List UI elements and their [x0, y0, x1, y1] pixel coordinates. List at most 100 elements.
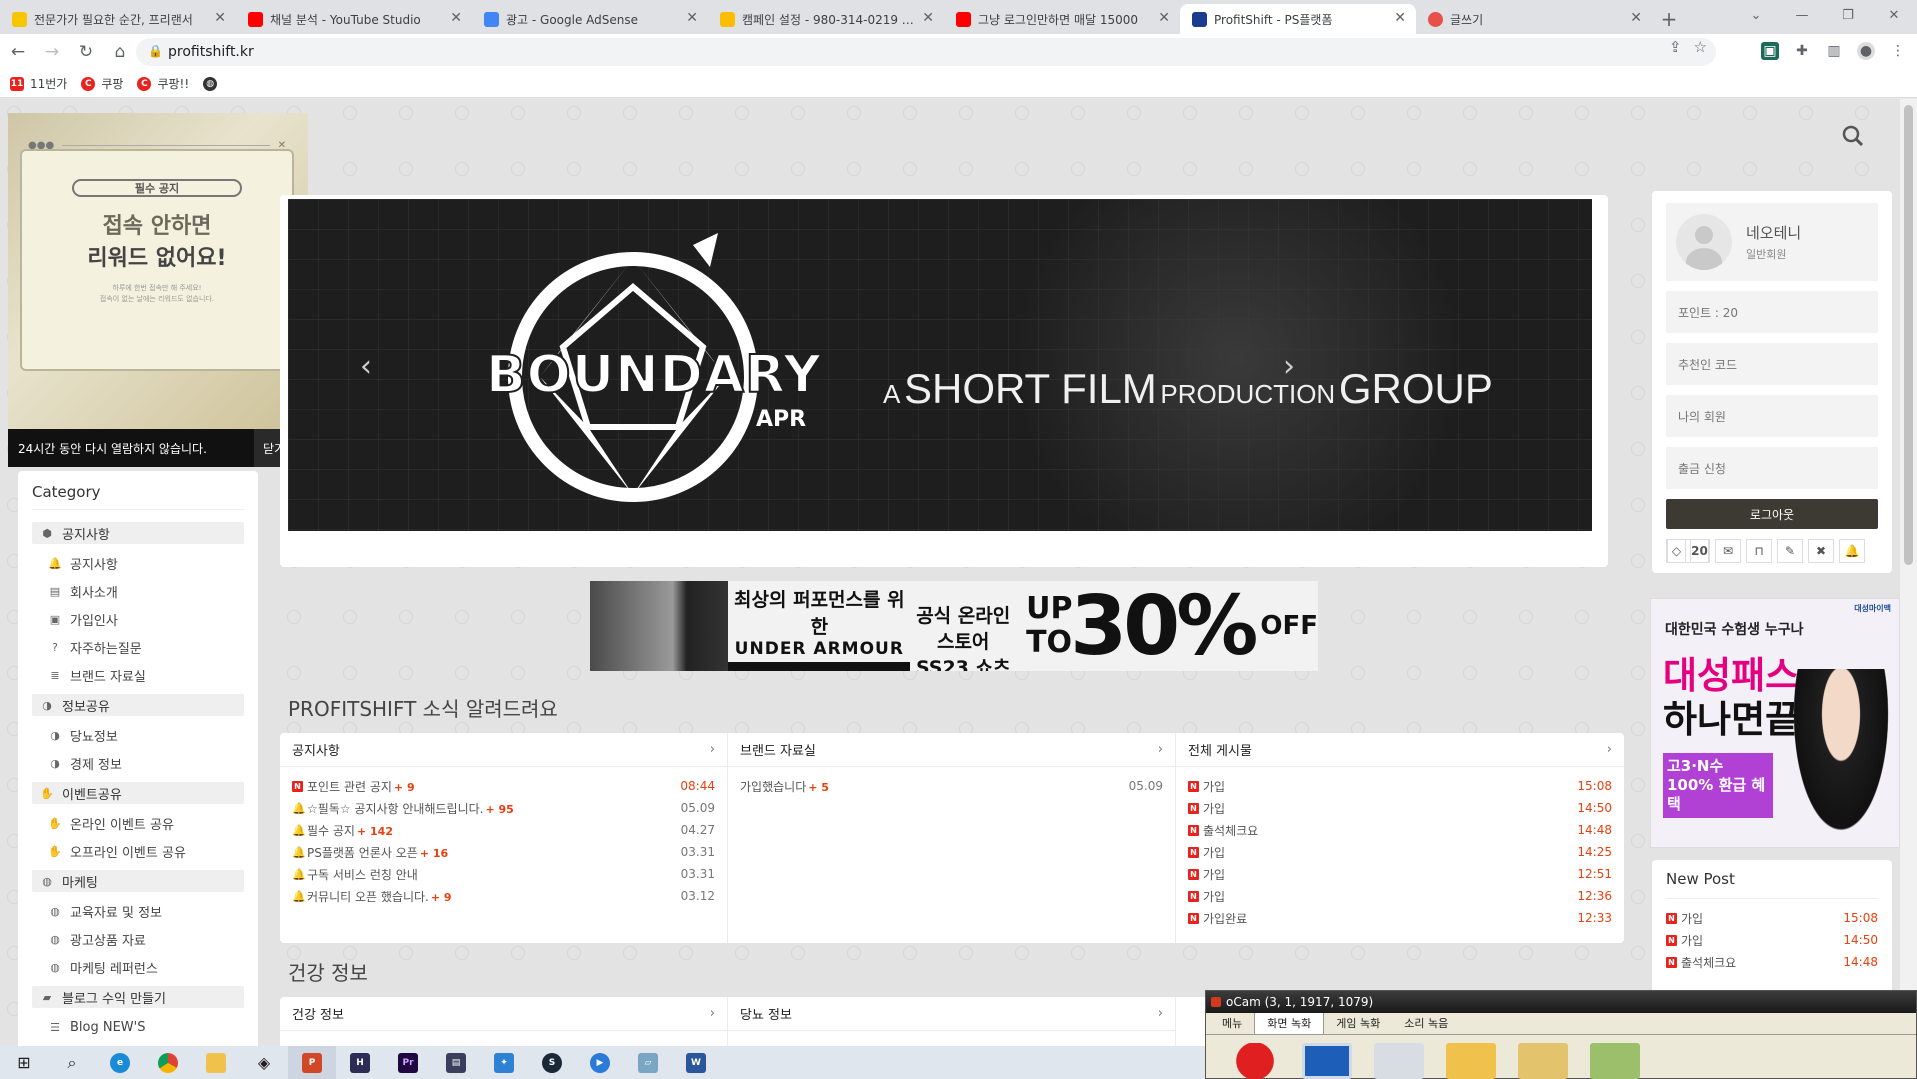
browser-tab[interactable]: 광고 - Google AdSense ✕: [472, 4, 708, 34]
avatar[interactable]: [1676, 214, 1732, 270]
board-header[interactable]: 건강 정보 ›: [280, 997, 727, 1031]
browser-tab-active[interactable]: ProfitShift - PS플랫폼 ✕: [1180, 4, 1416, 34]
ocam-tab-audio[interactable]: 소리 녹음: [1392, 1012, 1460, 1034]
category-item[interactable]: ✋ 온라인 이벤트 공유: [32, 809, 244, 837]
menu-kebab-icon[interactable]: ⋮: [1889, 42, 1907, 60]
category-item[interactable]: ◍ 마케팅 레퍼런스: [32, 953, 244, 981]
browser-tab[interactable]: 전문가가 필요한 순간, 프리랜서 ✕: [0, 4, 236, 34]
app-icon[interactable]: ▶: [576, 1046, 624, 1079]
mail-icon[interactable]: ✉: [1715, 539, 1741, 563]
browser-tab[interactable]: 캠페인 설정 - 980-314-0219 - G ✕: [708, 4, 944, 34]
post-row[interactable]: 🔔 ☆필독☆ 공지사항 안내해드립니다. + 95 05.09: [292, 797, 715, 819]
address-bar[interactable]: 🔒 profitshift.kr: [136, 38, 1716, 66]
post-row[interactable]: N 가입 14:50: [1188, 797, 1612, 819]
search-icon[interactable]: ⌕: [48, 1046, 96, 1079]
category-group-info[interactable]: ◑ 정보공유: [32, 694, 244, 716]
category-item[interactable]: ◑ 당뇨정보: [32, 721, 244, 749]
bookmark-11st[interactable]: 11 11번가: [10, 75, 67, 92]
folder-icon[interactable]: [1446, 1043, 1496, 1079]
chrome-icon[interactable]: [144, 1046, 192, 1079]
tab-close-icon[interactable]: ✕: [214, 10, 226, 26]
my-members-field[interactable]: 나의 회원: [1666, 395, 1878, 437]
scrollbar-thumb[interactable]: [1904, 105, 1913, 565]
category-group-event[interactable]: ✋ 이벤트공유: [32, 782, 244, 804]
post-row[interactable]: N 출석체크요 14:48: [1188, 819, 1612, 841]
post-row[interactable]: N 가입완료 12:33: [1188, 907, 1612, 929]
dismiss-24h-link[interactable]: 24시간 동안 다시 열람하지 않습니다.: [18, 440, 207, 457]
post-row[interactable]: N 가입 15:08: [1188, 775, 1612, 797]
board-header[interactable]: 브랜드 자료실 ›: [728, 733, 1175, 767]
category-item[interactable]: ▤ 회사소개: [32, 577, 244, 605]
tab-close-icon[interactable]: ✕: [922, 10, 934, 26]
side-panel-icon[interactable]: ▥: [1825, 42, 1843, 60]
referral-code-field[interactable]: 추천인 코드: [1666, 343, 1878, 385]
restore-icon[interactable]: ❐: [1825, 0, 1871, 30]
close-window-icon[interactable]: ✕: [1871, 0, 1917, 30]
post-row[interactable]: N 가입 12:51: [1188, 863, 1612, 885]
tab-close-icon[interactable]: ✕: [1158, 10, 1170, 26]
board-header[interactable]: 전체 게시물 ›: [1176, 733, 1624, 767]
category-item[interactable]: ? 자주하는질문: [32, 633, 244, 661]
minimize-icon[interactable]: —: [1779, 0, 1825, 30]
puzzle-icon[interactable]: ✚: [1793, 42, 1811, 60]
withdraw-field[interactable]: 출금 신청: [1666, 447, 1878, 489]
slider-prev-icon[interactable]: ‹: [360, 349, 372, 384]
category-item[interactable]: ◍ 교육자료 및 정보: [32, 897, 244, 925]
post-row[interactable]: N 가입 12:36: [1188, 885, 1612, 907]
app-icon[interactable]: ✦: [480, 1046, 528, 1079]
steam-icon[interactable]: S: [528, 1046, 576, 1079]
browser-tab[interactable]: 그냥 로그인만하면 매달 15000 ✕: [944, 4, 1180, 34]
category-item[interactable]: 🔔 공지사항: [32, 549, 244, 577]
category-item[interactable]: ◑ 경제 정보: [32, 749, 244, 777]
sound-icon[interactable]: [1590, 1043, 1640, 1079]
reload-icon[interactable]: ↻: [70, 36, 102, 68]
bookmark-globe[interactable]: ◍: [203, 76, 218, 91]
bell-icon[interactable]: 🔔: [1839, 539, 1865, 563]
new-tab-button[interactable]: +: [1652, 4, 1686, 34]
user-remove-icon[interactable]: ✖: [1808, 539, 1834, 563]
board-header[interactable]: 당뇨 정보 ›: [728, 997, 1175, 1031]
premiere-icon[interactable]: Pr: [384, 1046, 432, 1079]
post-row[interactable]: 🔔 구독 서비스 런칭 안내 03.31: [292, 863, 715, 885]
logout-button[interactable]: 로그아웃: [1666, 499, 1878, 529]
post-row[interactable]: 가입했습니다 + 5 05.09: [740, 775, 1163, 797]
app-icon[interactable]: ▤: [432, 1046, 480, 1079]
hero-slider[interactable]: BOUNDARY APR A SHORT FILM PRODUCTION GRO…: [288, 199, 1592, 531]
forward-icon[interactable]: →: [36, 36, 68, 68]
ocam-tab-screen[interactable]: 화면 녹화: [1254, 1011, 1325, 1034]
category-group-blog[interactable]: ▰ 블로그 수익 만들기: [32, 986, 244, 1008]
ad-banner[interactable]: 최상의 퍼포먼스를 위한 UNDER ARMOUR 트레이닝 쇼츠 공식 온라인…: [590, 581, 1318, 671]
bookmark-coupang[interactable]: C 쿠팡: [81, 75, 123, 92]
side-ad[interactable]: 대성마이맥 대한민국 수험생 누구나 대성패스 하나면끝 고3·N수 100% …: [1650, 598, 1900, 848]
category-item[interactable]: ≣ 브랜드 자료실: [32, 661, 244, 689]
star-icon[interactable]: ☆: [1694, 38, 1707, 56]
tab-close-icon[interactable]: ✕: [450, 10, 462, 26]
category-item[interactable]: ☰ Blog NEW'S: [32, 1013, 244, 1041]
bookmark-icon[interactable]: ⊓: [1746, 539, 1772, 563]
post-row[interactable]: N 가입 14:50: [1666, 929, 1878, 951]
bookmark-coupang-2[interactable]: C 쿠팡!!: [137, 75, 189, 92]
category-item[interactable]: ◍ 광고상품 자료: [32, 925, 244, 953]
back-icon[interactable]: ←: [2, 36, 34, 68]
post-row[interactable]: N 가입 15:08: [1666, 907, 1878, 929]
file-explorer-icon[interactable]: [192, 1046, 240, 1079]
category-item[interactable]: ✋ 오프라인 이벤트 공유: [32, 837, 244, 865]
post-row[interactable]: N 가입 14:25: [1188, 841, 1612, 863]
post-row[interactable]: N 포인트 관련 공지 + 9 08:44: [292, 775, 715, 797]
category-group-marketing[interactable]: ◍ 마케팅: [32, 870, 244, 892]
tab-close-icon[interactable]: ✕: [1630, 10, 1642, 26]
share-icon[interactable]: ⇪: [1669, 38, 1682, 56]
page-scrollbar[interactable]: [1900, 99, 1917, 1046]
codec-icon[interactable]: [1518, 1043, 1568, 1079]
app-icon[interactable]: ▱: [624, 1046, 672, 1079]
ocam-tab-menu[interactable]: 메뉴: [1210, 1012, 1254, 1034]
post-row[interactable]: N 출석체크요 14:48: [1666, 951, 1878, 973]
browser-tab[interactable]: 채널 분석 - YouTube Studio ✕: [236, 4, 472, 34]
search-icon[interactable]: [1842, 125, 1864, 147]
app-icon[interactable]: H: [336, 1046, 384, 1079]
powerpoint-icon[interactable]: P: [288, 1046, 336, 1079]
category-group-notice[interactable]: ⬢ 공지사항: [32, 522, 244, 544]
tab-search-icon[interactable]: ⌄: [1733, 0, 1779, 30]
post-row[interactable]: 🔔 PS플랫폼 언론사 오픈 + 16 03.31: [292, 841, 715, 863]
record-icon[interactable]: [1230, 1043, 1280, 1079]
